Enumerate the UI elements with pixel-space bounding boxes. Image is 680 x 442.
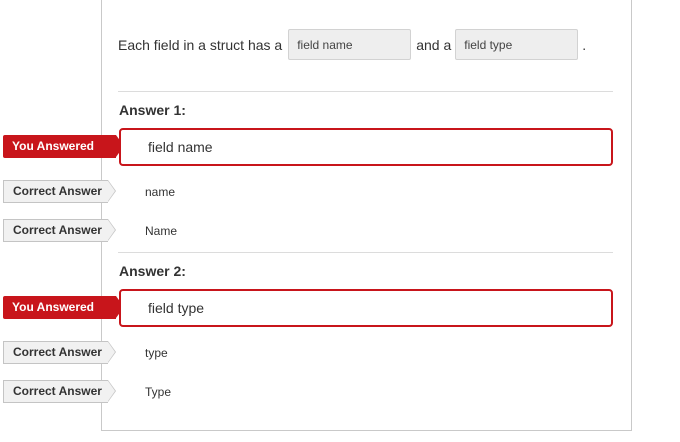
question-text: Each field in a struct has a field name … <box>118 28 586 61</box>
divider <box>118 91 613 92</box>
correct-answer-tag-2a: Correct Answer <box>3 341 116 364</box>
question-suffix: . <box>582 36 587 53</box>
you-answered-tag-1: You Answered <box>3 135 124 158</box>
correct-answer-2b: Type <box>145 385 172 399</box>
correct-answer-tag-2b: Correct Answer <box>3 380 116 403</box>
correct-answer-tag-1a: Correct Answer <box>3 180 116 203</box>
question-middle: and a <box>416 36 452 53</box>
correct-answer-1a: name <box>145 185 176 199</box>
answer-2-response: field type <box>119 289 613 327</box>
you-answered-tag-2: You Answered <box>3 296 124 319</box>
correct-answer-2a: type <box>145 346 168 360</box>
correct-answer-1b: Name <box>145 224 178 238</box>
answer-2-heading: Answer 2: <box>119 263 186 279</box>
answer-1-response: field name <box>119 128 613 166</box>
quiz-result-panel <box>101 0 632 431</box>
answer-1-heading: Answer 1: <box>119 102 186 118</box>
blank-2: field type <box>455 29 579 60</box>
blank-1: field name <box>288 29 412 60</box>
divider <box>118 252 613 253</box>
correct-answer-tag-1b: Correct Answer <box>3 219 116 242</box>
question-prefix: Each field in a struct has a <box>118 36 283 53</box>
